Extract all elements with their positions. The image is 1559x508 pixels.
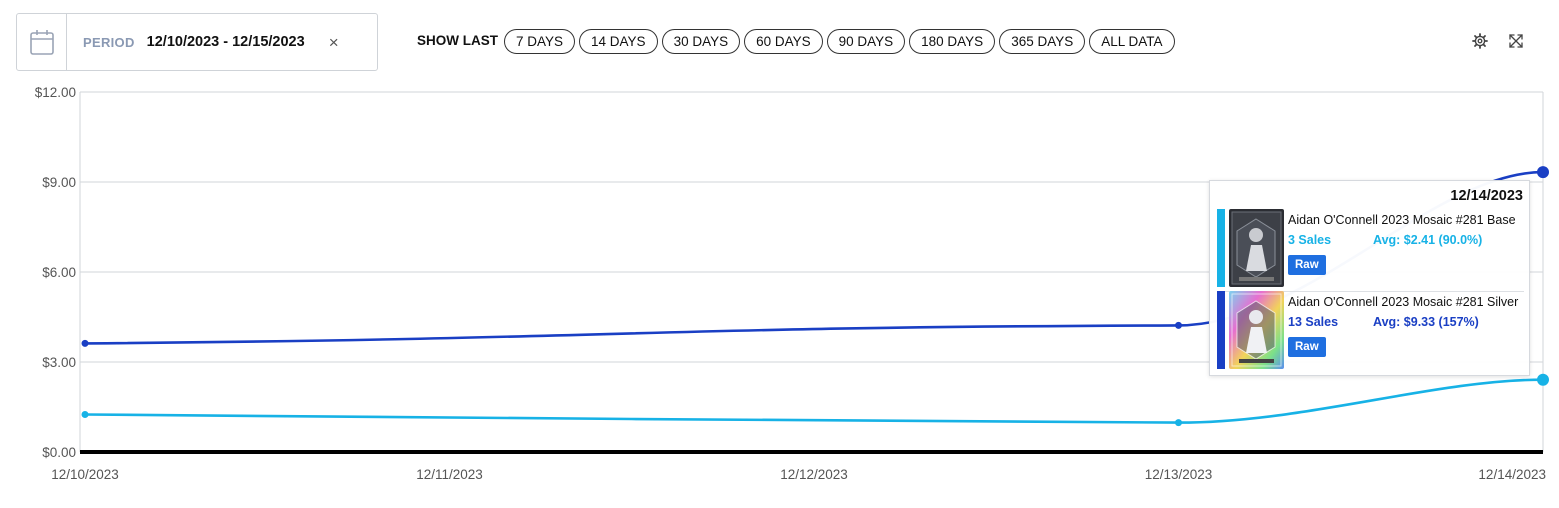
range-button-60-days[interactable]: 60 DAYS (744, 29, 823, 54)
period-value[interactable]: 12/10/2023 - 12/15/2023 (147, 34, 305, 50)
range-button-14-days[interactable]: 14 DAYS (579, 29, 658, 54)
gear-icon[interactable] (1472, 33, 1488, 49)
tooltip-item-name: Aidan O'Connell 2023 Mosaic #281 Silver (1288, 295, 1519, 309)
period-filter[interactable]: PERIOD 12/10/2023 - 12/15/2023 × (16, 13, 378, 71)
tooltip-item-silver: Aidan O'Connell 2023 Mosaic #281 Silver … (1217, 291, 1525, 369)
range-button-all-data[interactable]: ALL DATA (1089, 29, 1175, 54)
y-tick-label: $3.00 (42, 355, 76, 370)
tooltip-item-base: Aidan O'Connell 2023 Mosaic #281 Base 3 … (1217, 209, 1525, 287)
data-point (1175, 419, 1182, 427)
tooltip-item-sales: 3 Sales (1288, 233, 1332, 247)
tooltip-item-avg: Avg: $9.33 (157%) (1373, 315, 1479, 329)
series-color-bar-silver (1217, 291, 1225, 369)
chart-tooltip: 12/14/2023 Aidan O'Connell 2023 Mosaic #… (1209, 180, 1530, 376)
y-tick-label: $12.00 (35, 85, 76, 100)
calendar-icon[interactable] (17, 14, 67, 70)
x-tick-label: 12/13/2023 (1145, 467, 1213, 482)
series-line-1 (83, 378, 1545, 424)
tooltip-date: 12/14/2023 (1450, 188, 1523, 204)
range-button-30-days[interactable]: 30 DAYS (661, 29, 741, 54)
range-button-365-days[interactable]: 365 DAYS (999, 29, 1086, 54)
card-thumbnail-silver (1229, 291, 1284, 369)
x-tick-label: 12/14/2023 (1478, 467, 1546, 482)
y-tick-label: $0.00 (42, 445, 76, 460)
series-color-bar-base (1217, 209, 1225, 287)
y-tick-label: $9.00 (42, 175, 76, 190)
clear-period-icon[interactable]: × (329, 34, 339, 51)
tooltip-item-name: Aidan O'Connell 2023 Mosaic #281 Base (1288, 213, 1516, 227)
x-tick-label: 12/12/2023 (780, 467, 848, 482)
expand-icon[interactable] (1508, 33, 1524, 49)
range-button-7-days[interactable]: 7 DAYS (504, 29, 576, 54)
show-last-label: SHOW LAST (417, 33, 498, 48)
range-button-group: 7 DAYS 14 DAYS 30 DAYS 60 DAYS 90 DAYS 1… (504, 29, 1175, 54)
tooltip-item-avg: Avg: $2.41 (90.0%) (1373, 233, 1483, 247)
raw-badge[interactable]: Raw (1288, 337, 1326, 357)
raw-badge[interactable]: Raw (1288, 255, 1326, 275)
range-button-90-days[interactable]: 90 DAYS (826, 29, 906, 54)
y-tick-label: $6.00 (42, 265, 76, 280)
tooltip-item-sales: 13 Sales (1288, 315, 1339, 329)
data-point (1537, 166, 1549, 179)
range-button-180-days[interactable]: 180 DAYS (909, 29, 996, 54)
data-point (1175, 321, 1182, 329)
x-tick-label: 12/11/2023 (416, 467, 483, 482)
data-point (81, 339, 89, 347)
data-point (81, 411, 89, 418)
card-thumbnail-base (1229, 209, 1284, 287)
period-label: PERIOD (83, 34, 135, 50)
data-point (1537, 373, 1549, 386)
x-tick-label: 12/10/2023 (51, 467, 119, 482)
